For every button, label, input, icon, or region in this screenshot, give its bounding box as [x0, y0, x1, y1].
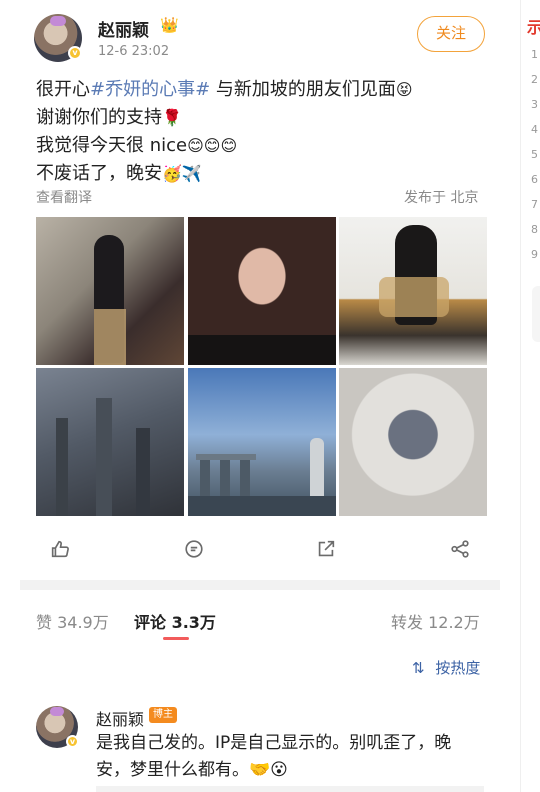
tab-reposts[interactable]: 转发 12.2万 [391, 609, 480, 633]
active-tab-indicator [163, 637, 189, 640]
content-line-1: 很开心#乔妍的心事# 与新加坡的朋友们见面😝 [36, 76, 413, 104]
side-card[interactable] [532, 286, 540, 342]
side-rank-7[interactable]: 7 [531, 198, 538, 211]
photo-detail [200, 460, 210, 496]
side-rank-2[interactable]: 2 [531, 73, 538, 86]
photo-detail [188, 496, 336, 516]
post-location: 发布于 北京 [404, 190, 479, 206]
translate-link[interactable]: 查看翻译 [36, 187, 92, 207]
follow-button[interactable]: 关注 [417, 16, 485, 52]
comment-body: 是我自己发的。IP是自己显示的。别叽歪了，晚安，梦里什么都有。🤝😮 [96, 730, 476, 784]
author-badge: 博主 [149, 707, 177, 723]
photo-detail [310, 438, 324, 498]
avatar-bow-decoration [50, 707, 64, 716]
avatar-bow-decoration [50, 16, 66, 26]
verified-badge-icon: v [66, 735, 79, 748]
post-photo-5[interactable] [188, 368, 336, 516]
emoji: 🥳✈️ [162, 164, 202, 183]
content-text: 很开心 [36, 79, 90, 100]
side-rank-9[interactable]: 9 [531, 248, 538, 261]
post-content: 很开心#乔妍的心事# 与新加坡的朋友们见面😝 谢谢你们的支持🌹 我觉得今天很 n… [36, 76, 413, 188]
share-icon[interactable] [314, 538, 338, 562]
photo-detail [96, 398, 112, 516]
sort-toggle[interactable]: ⇅ 按热度 [412, 657, 480, 678]
sort-label: 按热度 [435, 659, 481, 677]
side-rank-3[interactable]: 3 [531, 98, 538, 111]
side-rank-1[interactable]: 1 [531, 48, 538, 61]
side-rank-5[interactable]: 5 [531, 148, 538, 161]
side-rank-8[interactable]: 8 [531, 223, 538, 236]
content-line-4: 不废话了，晚安🥳✈️ [36, 160, 413, 188]
like-icon[interactable] [48, 538, 72, 562]
photo-detail [136, 428, 150, 516]
post-photo-1[interactable] [36, 217, 184, 365]
comment-icon[interactable] [182, 538, 206, 562]
post-photo-6[interactable] [339, 368, 487, 516]
emoji: 🤝😮 [249, 760, 288, 780]
side-panel: 示 1 2 3 4 5 6 7 8 9 [514, 0, 540, 792]
crown-icon: 👑 [160, 16, 179, 34]
tab-comments[interactable]: 评论 3.3万 [134, 609, 216, 633]
post-photo-3[interactable] [339, 217, 487, 365]
content-text: 谢谢你们的支持 [36, 107, 162, 128]
content-text: 与新加坡的朋友们见面 [210, 79, 396, 100]
side-rank-6[interactable]: 6 [531, 173, 538, 186]
post-time: 12-6 23:02 [98, 44, 170, 59]
emoji: 🌹 [162, 108, 182, 127]
photo-figure [188, 335, 336, 365]
tab-likes[interactable]: 赞 34.9万 [36, 609, 109, 633]
reply-preview[interactable] [96, 786, 484, 792]
photo-detail [56, 418, 68, 516]
photo-detail [240, 460, 250, 496]
side-title: 示 [527, 18, 540, 37]
verified-badge-icon: v [68, 46, 82, 60]
post-photo-2[interactable] [188, 217, 336, 365]
post-photo-4[interactable] [36, 368, 184, 516]
sort-icon: ⇅ [412, 659, 425, 677]
photo-detail [220, 458, 230, 496]
emoji: 😝 [395, 80, 413, 99]
content-line-2: 谢谢你们的支持🌹 [36, 104, 413, 132]
content-text: 我觉得今天很 nice [36, 135, 188, 156]
emoji: 😊😊😊 [187, 136, 238, 155]
content-text: 不废话了，晚安 [36, 163, 162, 184]
photo-detail [379, 277, 449, 317]
post-username[interactable]: 赵丽颖 [98, 16, 149, 41]
hashtag-link[interactable]: #乔妍的心事# [90, 79, 210, 100]
side-rank-4[interactable]: 4 [531, 123, 538, 136]
comment-username[interactable]: 赵丽颖 [96, 706, 144, 730]
forward-icon[interactable] [448, 538, 472, 562]
side-divider [520, 0, 521, 792]
section-divider [20, 580, 500, 590]
photo-detail [94, 309, 126, 365]
weibo-post-card: v 赵丽颖 👑 12-6 23:02 关注 很开心#乔妍的心事# 与新加坡的朋友… [0, 0, 500, 792]
photo-detail [196, 454, 256, 460]
content-line-3: 我觉得今天很 nice😊😊😊 [36, 132, 413, 160]
